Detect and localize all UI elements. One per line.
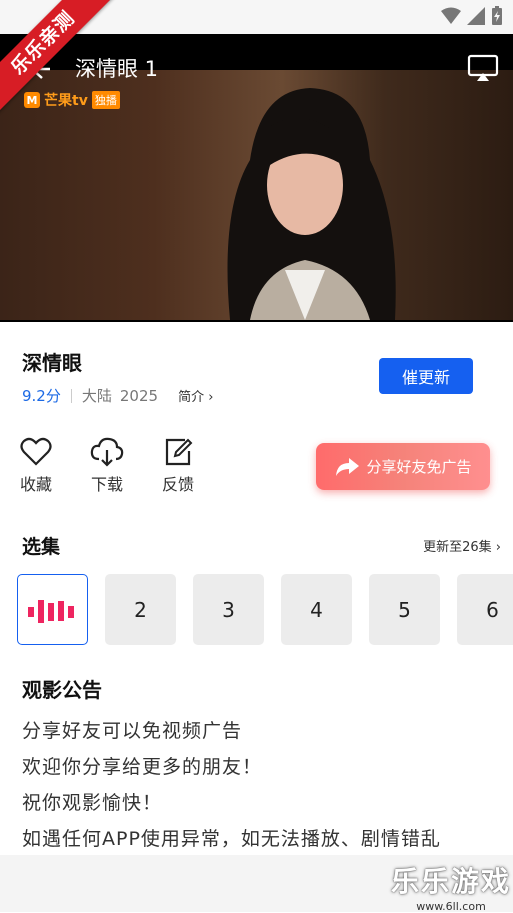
- year: 2025: [119, 386, 159, 405]
- cast-icon[interactable]: [467, 52, 499, 84]
- episode-item[interactable]: 2: [105, 574, 176, 645]
- episode-item[interactable]: 4: [281, 574, 352, 645]
- watermark-brand: 乐乐游戏: [390, 865, 511, 898]
- show-title: 深情眼: [22, 351, 82, 375]
- watermark-url: www.6ll.com: [416, 900, 486, 913]
- ribbon-label: 乐乐亲测: [0, 0, 116, 116]
- notice-line: 分享好友可以免视频广告: [22, 720, 243, 742]
- urge-update-button[interactable]: 催更新: [379, 358, 473, 394]
- score: 9.2分: [22, 387, 61, 405]
- share-label: 分享好友免广告: [366, 458, 472, 476]
- show-meta: 9.2分 大陆 2025 简介 ›: [22, 385, 213, 406]
- notice-body: 分享好友可以免视频广告 欢迎你分享给更多的朋友！ 祝你观影愉快！ 如遇任何APP…: [22, 713, 441, 857]
- video-person: [227, 88, 396, 320]
- site-watermark: 乐乐游戏 www.6ll.com: [391, 860, 511, 913]
- signal-icon: [467, 7, 485, 25]
- episode-item[interactable]: 5: [369, 574, 440, 645]
- episode-item[interactable]: 3: [193, 574, 264, 645]
- intro-label: 简介: [178, 390, 205, 405]
- feedback-button[interactable]: 反馈: [153, 437, 203, 495]
- test-ribbon: 乐乐亲测: [0, 0, 120, 120]
- chevron-right-icon: ›: [495, 540, 501, 555]
- share-arrow-icon: [336, 457, 360, 476]
- meta-divider: [70, 388, 72, 403]
- update-text: 更新至26集: [423, 540, 492, 555]
- heart-icon: [20, 437, 52, 466]
- feedback-label: 反馈: [161, 475, 194, 494]
- wifi-icon: [441, 7, 461, 24]
- battery-icon: [492, 6, 502, 25]
- playing-bars-icon: [27, 599, 74, 623]
- episode-current[interactable]: [17, 574, 88, 645]
- notice-title: 观影公告: [22, 678, 102, 702]
- notice-line: 欢迎你分享给更多的朋友！: [22, 756, 263, 778]
- status-icons: [441, 6, 503, 26]
- episode-list: 2 3 4 5 6: [17, 574, 513, 645]
- favorite-button[interactable]: 收藏: [11, 437, 61, 495]
- episodes-title: 选集: [22, 536, 61, 558]
- share-free-ads-button[interactable]: 分享好友免广告: [316, 443, 490, 490]
- update-info-link[interactable]: 更新至26集 ›: [423, 536, 501, 555]
- notice-line: 祝你观影愉快！: [22, 792, 163, 814]
- intro-link[interactable]: 简介 ›: [178, 386, 213, 405]
- episode-item[interactable]: 6: [457, 574, 513, 645]
- favorite-label: 收藏: [19, 475, 52, 494]
- region: 大陆: [81, 387, 112, 405]
- download-button[interactable]: 下载: [82, 437, 132, 495]
- chevron-right-icon: ›: [208, 390, 214, 405]
- notice-line: 如遇任何APP使用异常，如无法播放、剧情错乱: [22, 828, 441, 850]
- edit-icon: [165, 438, 193, 466]
- download-label: 下载: [90, 475, 123, 494]
- cloud-download-icon: [90, 437, 124, 467]
